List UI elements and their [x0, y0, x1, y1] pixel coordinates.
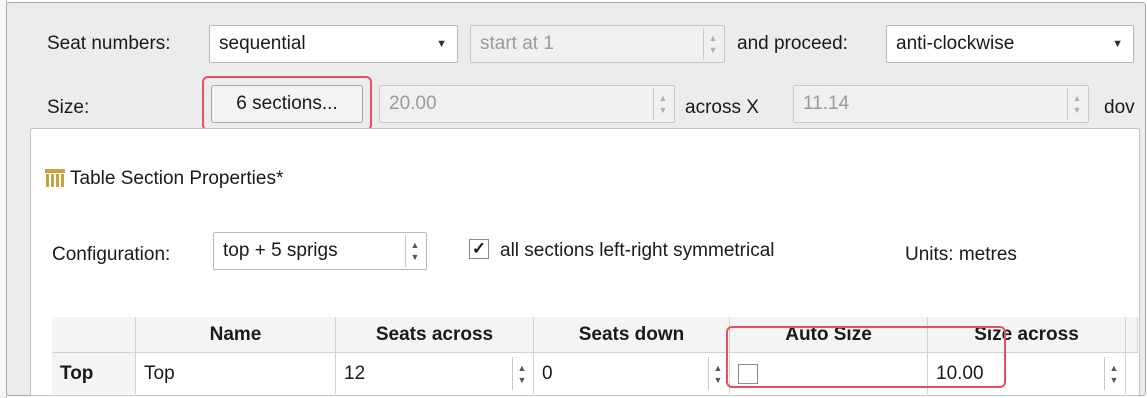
table-sections-icon: [44, 168, 66, 188]
spin-up-down-icon: ▲ ▼: [703, 28, 722, 60]
size-across-value: 20.00: [389, 93, 437, 114]
size-down-spinbox: 11.14 ▲ ▼: [793, 85, 1089, 123]
size-label: Size:: [47, 97, 90, 118]
column-header-overflow: [1126, 317, 1138, 353]
configuration-label: Configuration:: [52, 244, 171, 265]
size-down-value: 11.14: [803, 93, 850, 114]
column-header-name[interactable]: Name: [136, 317, 336, 353]
seat-numbers-select[interactable]: sequential ▼: [209, 25, 458, 63]
spin-up-down-icon: ▲ ▼: [653, 88, 672, 120]
dropdown-arrow-icon: ▼: [1112, 38, 1123, 50]
proceed-value: anti-clockwise: [896, 33, 1015, 54]
proceed-select[interactable]: anti-clockwise ▼: [886, 25, 1134, 63]
units-label: Units: metres: [905, 244, 1017, 265]
seats-across-value: 12: [344, 362, 366, 384]
seat-numbers-label: Seat numbers:: [47, 33, 171, 54]
row-header[interactable]: Top: [52, 353, 136, 394]
cell-seats-across[interactable]: 12 ▲ ▼: [336, 353, 534, 394]
configuration-spinbox[interactable]: top + 5 sprigs ▲ ▼: [213, 232, 427, 270]
dialog-title: Table Section Properties*: [70, 168, 284, 189]
size-across-spinbox: 20.00 ▲ ▼: [379, 85, 675, 123]
spin-up-down-icon: ▲ ▼: [1067, 88, 1086, 120]
dropdown-arrow-icon: ▼: [436, 38, 447, 50]
proceed-label: and proceed:: [737, 33, 848, 54]
seat-numbers-value: sequential: [219, 33, 306, 54]
cell-seats-down[interactable]: 0 ▲ ▼: [534, 353, 730, 394]
auto-size-highlight: [726, 326, 1006, 388]
start-at-value: start at 1: [480, 33, 554, 54]
symmetry-label: all sections left-right symmetrical: [500, 240, 775, 261]
column-header-seats-across[interactable]: Seats across: [336, 317, 534, 353]
seats-down-value: 0: [542, 362, 553, 384]
checkmark-icon: ✓: [471, 239, 487, 258]
across-label: across X: [685, 97, 759, 118]
column-header-seats-down[interactable]: Seats down: [534, 317, 730, 353]
spin-up-down-icon: ▲ ▼: [405, 235, 424, 267]
table-corner-header: [52, 317, 136, 353]
sections-button-highlight: [202, 76, 372, 131]
cell-name[interactable]: Top: [136, 353, 336, 394]
down-label: dov: [1104, 97, 1135, 118]
spin-up-down-icon[interactable]: ▲ ▼: [1104, 357, 1123, 390]
spin-up-down-icon[interactable]: ▲ ▼: [708, 357, 727, 390]
symmetry-checkbox[interactable]: ✓: [469, 239, 489, 259]
start-at-spinbox: start at 1 ▲ ▼: [470, 25, 725, 63]
configuration-value: top + 5 sprigs: [223, 240, 338, 261]
spin-up-down-icon[interactable]: ▲ ▼: [512, 357, 531, 390]
